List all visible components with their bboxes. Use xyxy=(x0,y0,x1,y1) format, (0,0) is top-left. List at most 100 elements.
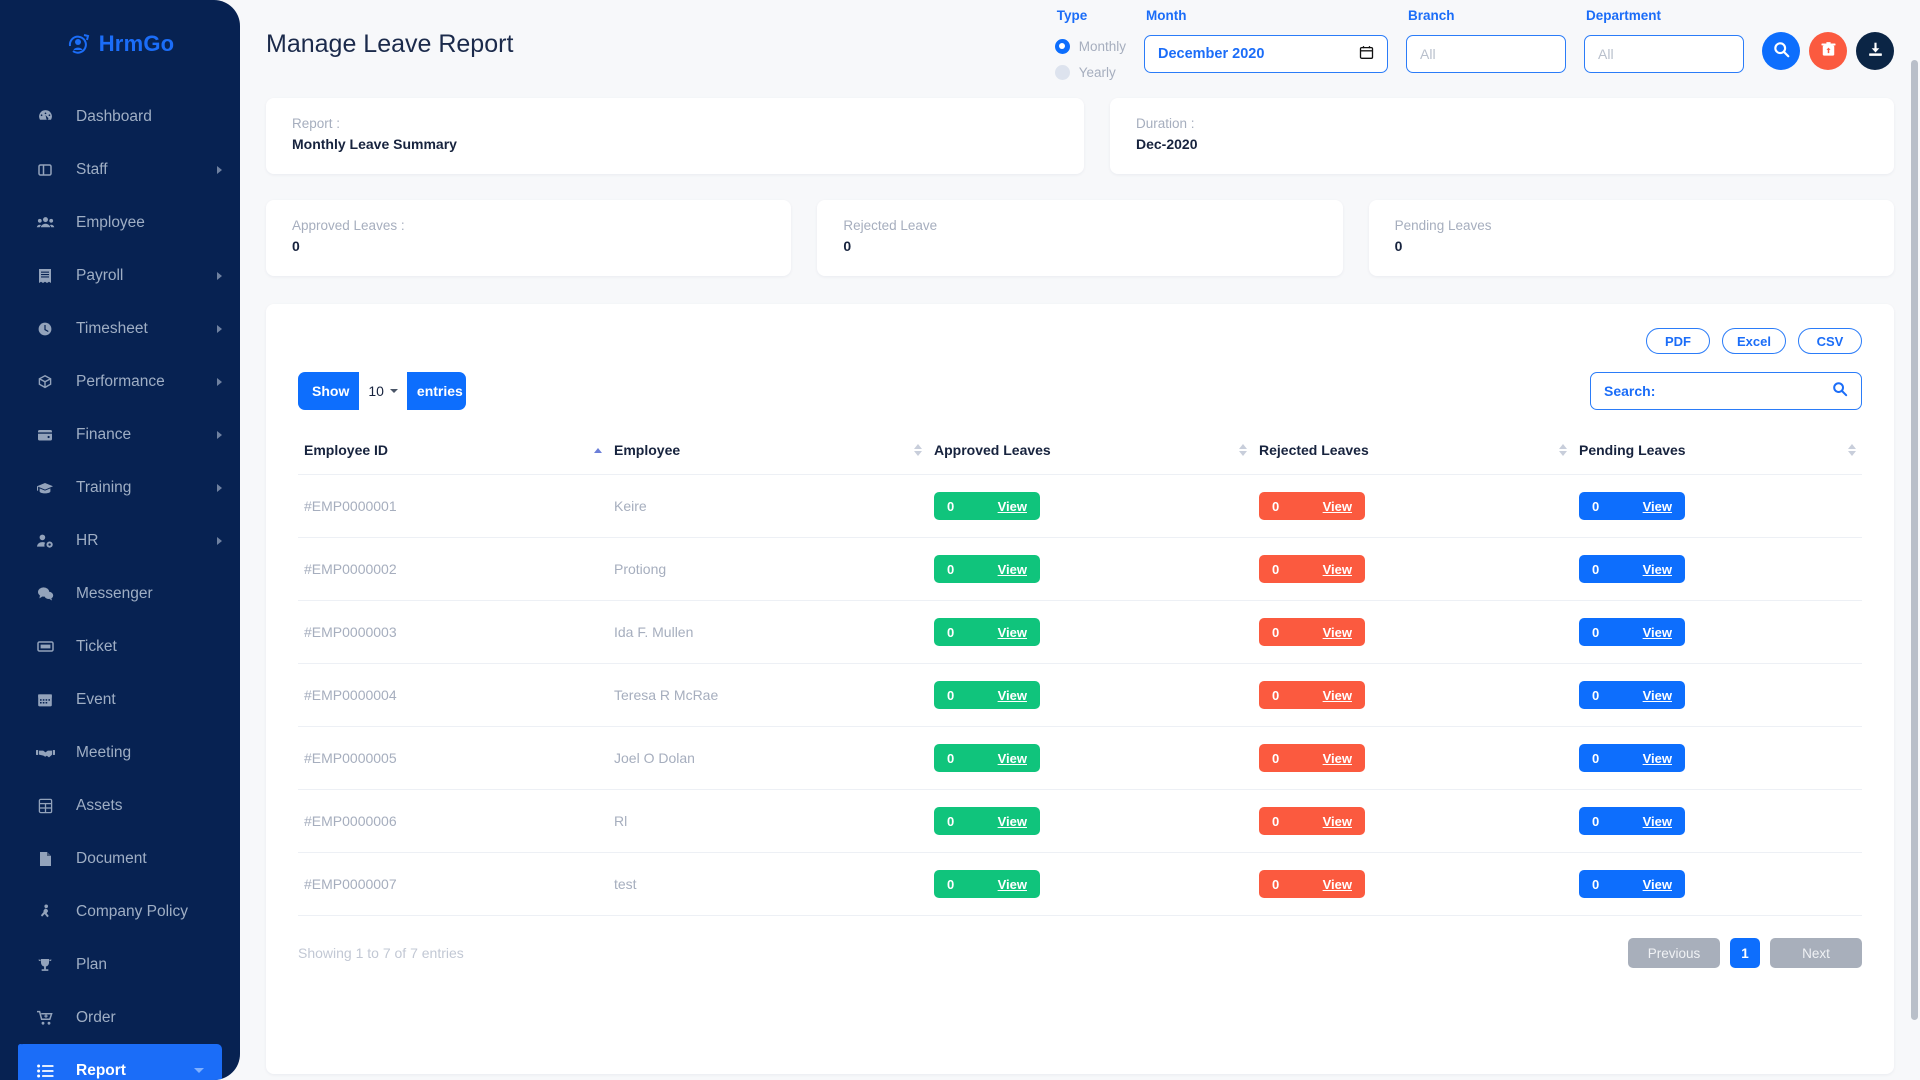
sidebar-item-dashboard[interactable]: Dashboard xyxy=(0,90,240,143)
branch-select[interactable]: All xyxy=(1406,35,1566,73)
trophy-icon xyxy=(34,957,56,973)
view-link[interactable]: View xyxy=(1643,688,1672,703)
filter-department: Department All xyxy=(1584,8,1744,73)
pending-leaves-cell: 0View xyxy=(1573,853,1862,916)
th-employee-id[interactable]: Employee ID xyxy=(298,432,608,475)
delete-button[interactable] xyxy=(1809,32,1847,70)
th-rejected-leaves[interactable]: Rejected Leaves xyxy=(1253,432,1573,475)
approved-leaves-badge[interactable]: 0View xyxy=(934,870,1040,898)
badge-count: 0 xyxy=(1592,688,1599,703)
table-row: #EMP0000007test0View0View0View xyxy=(298,853,1862,916)
next-page-button[interactable]: Next xyxy=(1770,938,1862,968)
radio-yearly[interactable]: Yearly xyxy=(1055,61,1126,83)
approved-leaves-badge[interactable]: 0View xyxy=(934,744,1040,772)
view-link[interactable]: View xyxy=(998,562,1027,577)
sidebar-item-hr[interactable]: HR xyxy=(0,514,240,567)
page-1-button[interactable]: 1 xyxy=(1730,938,1760,968)
view-link[interactable]: View xyxy=(1323,499,1352,514)
view-link[interactable]: View xyxy=(1643,499,1672,514)
sidebar-item-finance[interactable]: Finance xyxy=(0,408,240,461)
export-pdf-button[interactable]: PDF xyxy=(1646,328,1710,354)
chevron-down-icon xyxy=(194,1068,204,1073)
th-pending-leaves[interactable]: Pending Leaves xyxy=(1573,432,1862,475)
sidebar-item-event[interactable]: Event xyxy=(0,673,240,726)
sidebar-item-report[interactable]: Report xyxy=(18,1044,222,1080)
pending-leaves-badge[interactable]: 0View xyxy=(1579,492,1685,520)
department-select[interactable]: All xyxy=(1584,35,1744,73)
view-link[interactable]: View xyxy=(998,814,1027,829)
rejected-leaves-badge[interactable]: 0 View xyxy=(1259,555,1365,583)
sidebar-item-training[interactable]: Training xyxy=(0,461,240,514)
sidebar-item-assets[interactable]: Assets xyxy=(0,779,240,832)
pending-leaves-badge[interactable]: 0View xyxy=(1579,807,1685,835)
view-link[interactable]: View xyxy=(998,877,1027,892)
view-link[interactable]: View xyxy=(1643,877,1672,892)
view-link[interactable]: View xyxy=(1643,751,1672,766)
month-value: December 2020 xyxy=(1158,46,1264,62)
view-link[interactable]: View xyxy=(1643,625,1672,640)
approved-leaves-badge[interactable]: 0View xyxy=(934,492,1040,520)
month-input[interactable]: December 2020 xyxy=(1144,35,1388,73)
rejected-leaves-badge[interactable]: 0View xyxy=(1259,492,1365,520)
rejected-leaves-badge[interactable]: 0View xyxy=(1259,681,1365,709)
rejected-leaves-badge[interactable]: 0View xyxy=(1259,618,1365,646)
duration-card-value: Dec-2020 xyxy=(1136,136,1868,152)
rejected-leaves-badge[interactable]: 0View xyxy=(1259,744,1365,772)
sidebar-item-timesheet[interactable]: Timesheet xyxy=(0,302,240,355)
pending-leaves-badge[interactable]: 0View xyxy=(1579,870,1685,898)
view-link[interactable]: View xyxy=(1323,625,1352,640)
view-link[interactable]: View xyxy=(1323,562,1352,577)
approved-leaves-badge[interactable]: 0View xyxy=(934,681,1040,709)
search-input[interactable]: Search: xyxy=(1590,372,1862,410)
radio-monthly[interactable]: Monthly xyxy=(1055,35,1126,57)
badge-count: 0 xyxy=(1272,562,1279,577)
sidebar-item-payroll[interactable]: Payroll xyxy=(0,249,240,302)
approved-leaves-badge[interactable]: 0View xyxy=(934,807,1040,835)
employee-id-cell: #EMP0000007 xyxy=(298,853,608,916)
sidebar-item-company-policy[interactable]: Company Policy xyxy=(0,885,240,938)
pending-leaves-badge[interactable]: 0 View xyxy=(1579,681,1685,709)
view-link[interactable]: View xyxy=(1323,688,1352,703)
previous-page-button[interactable]: Previous xyxy=(1628,938,1720,968)
sidebar-item-performance[interactable]: Performance xyxy=(0,355,240,408)
stats-cards: Approved Leaves : 0 Rejected Leave 0 Pen… xyxy=(266,200,1894,276)
page-scrollbar[interactable] xyxy=(1911,60,1918,1020)
export-excel-button[interactable]: Excel xyxy=(1722,328,1786,354)
view-link[interactable]: View xyxy=(1323,814,1352,829)
view-link[interactable]: View xyxy=(1323,751,1352,766)
rejected-leaves-badge[interactable]: 0View xyxy=(1259,807,1365,835)
sidebar-item-meeting[interactable]: Meeting xyxy=(0,726,240,779)
view-link[interactable]: View xyxy=(1643,814,1672,829)
rejected-leaves-badge[interactable]: 0View xyxy=(1259,870,1365,898)
view-link[interactable]: View xyxy=(998,688,1027,703)
sidebar-item-plan[interactable]: Plan xyxy=(0,938,240,991)
approved-leaves-badge[interactable]: 0View xyxy=(934,555,1040,583)
export-csv-button[interactable]: CSV xyxy=(1798,328,1862,354)
department-placeholder: All xyxy=(1598,46,1614,62)
view-link[interactable]: View xyxy=(998,625,1027,640)
download-button[interactable] xyxy=(1856,32,1894,70)
brand-logo[interactable]: HrmGo xyxy=(0,18,240,70)
chevron-right-icon xyxy=(217,378,222,386)
th-employee[interactable]: Employee xyxy=(608,432,928,475)
search-button[interactable] xyxy=(1762,32,1800,70)
view-link[interactable]: View xyxy=(998,499,1027,514)
sidebar-item-messenger[interactable]: Messenger xyxy=(0,567,240,620)
sidebar-item-document[interactable]: Document xyxy=(0,832,240,885)
pending-leaves-badge[interactable]: 0View xyxy=(1579,555,1685,583)
view-link[interactable]: View xyxy=(1643,562,1672,577)
page-size-select[interactable]: 10 xyxy=(359,372,407,410)
sidebar-item-ticket[interactable]: Ticket xyxy=(0,620,240,673)
th-approved-leaves[interactable]: Approved Leaves xyxy=(928,432,1253,475)
sidebar-item-staff[interactable]: Staff xyxy=(0,143,240,196)
policy-icon xyxy=(34,904,56,920)
search-icon[interactable] xyxy=(1832,381,1848,402)
sidebar-item-order[interactable]: Order xyxy=(0,991,240,1044)
view-link[interactable]: View xyxy=(1323,877,1352,892)
pending-leaves-badge[interactable]: 0View xyxy=(1579,618,1685,646)
calendar-icon[interactable] xyxy=(1359,45,1374,64)
view-link[interactable]: View xyxy=(998,751,1027,766)
approved-leaves-badge[interactable]: 0View xyxy=(934,618,1040,646)
pending-leaves-badge[interactable]: 0View xyxy=(1579,744,1685,772)
sidebar-item-employee[interactable]: Employee xyxy=(0,196,240,249)
